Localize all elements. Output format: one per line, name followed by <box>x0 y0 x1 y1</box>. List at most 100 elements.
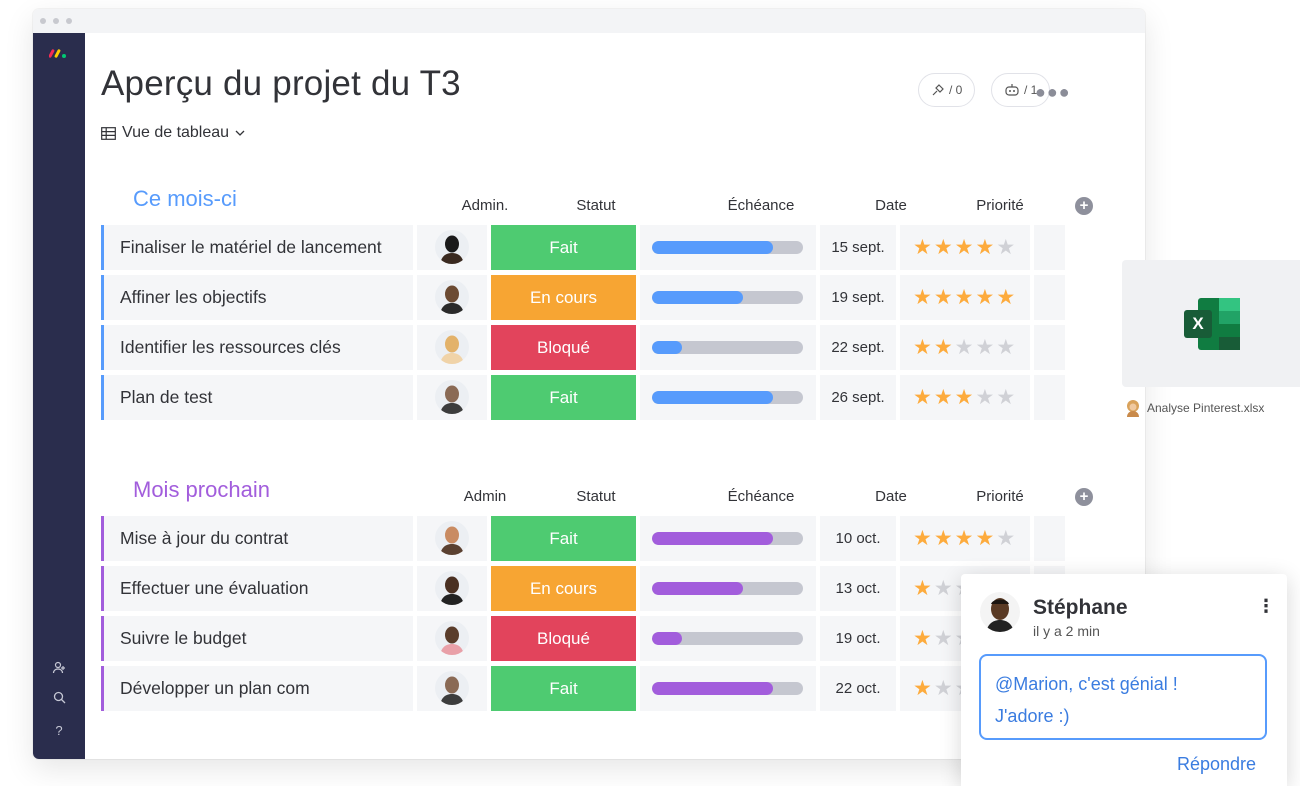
table-row[interactable]: Identifier les ressources clés Bloqué 22 s… <box>101 325 1065 370</box>
timeline-cell[interactable] <box>640 325 816 370</box>
priority-cell[interactable]: ★★★★★ <box>900 375 1030 420</box>
status-label[interactable]: Fait <box>491 375 636 420</box>
integrations-pill[interactable]: / 0 <box>918 73 976 107</box>
status-label[interactable]: Fait <box>491 225 636 270</box>
view-switcher[interactable]: Vue de tableau <box>101 124 245 142</box>
column-header[interactable]: Échéance <box>701 197 821 214</box>
column-header[interactable]: Priorité <box>955 197 1045 214</box>
column-header[interactable]: Date <box>846 197 936 214</box>
star-icon[interactable]: ★ <box>996 526 1015 551</box>
star-icon[interactable]: ★ <box>955 285 974 310</box>
timeline-cell[interactable] <box>640 375 816 420</box>
star-icon[interactable]: ★ <box>975 385 994 410</box>
file-caption[interactable]: Analyse Pinterest.xlsx <box>1125 399 1264 417</box>
table-row[interactable]: Mise à jour du contrat Fait 10 oct. ★ ★ ★ ★ ★ <box>101 516 1065 561</box>
admin-cell[interactable] <box>417 516 487 561</box>
window-close-dot[interactable] <box>40 18 46 24</box>
timeline-cell[interactable] <box>640 666 816 711</box>
admin-cell[interactable] <box>417 566 487 611</box>
item-name[interactable]: Finaliser le matériel de lancement <box>101 225 413 270</box>
status-label[interactable]: Fait <box>491 516 636 561</box>
priority-cell[interactable]: ★★★★★ <box>900 275 1030 320</box>
add-column-icon[interactable]: + <box>1075 488 1093 506</box>
table-row[interactable]: Développer un plan comFait22 oct.★★★★★ <box>101 666 1065 711</box>
star-icon[interactable]: ★ <box>913 385 932 410</box>
star-icon[interactable]: ★ <box>975 235 994 260</box>
timeline-cell[interactable] <box>640 516 816 561</box>
reply-button[interactable]: Répondre <box>1177 754 1256 775</box>
admin-cell[interactable] <box>417 666 487 711</box>
star-icon[interactable]: ★ <box>955 335 974 360</box>
date-cell[interactable]: 19 oct. <box>820 616 896 661</box>
star-icon[interactable]: ★ <box>934 285 953 310</box>
admin-cell[interactable] <box>417 616 487 661</box>
star-icon[interactable]: ★ <box>975 526 994 551</box>
star-icon[interactable]: ★ <box>996 335 1015 360</box>
star-icon[interactable]: ★ <box>934 385 953 410</box>
admin-cell[interactable] <box>417 375 487 420</box>
table-row[interactable]: Plan de test Fait 26 sept. ★ ★ ★ ★ ★ <box>101 375 1065 420</box>
status-label[interactable]: Bloqué <box>491 616 636 661</box>
file-preview-card[interactable]: X <box>1122 260 1300 387</box>
date-cell[interactable]: 15 sept. <box>820 225 896 270</box>
comment-menu-icon[interactable]: ⋮ <box>1257 596 1275 617</box>
admin-cell[interactable] <box>417 325 487 370</box>
more-options-icon[interactable]: ●●● <box>1035 82 1071 103</box>
column-header[interactable]: Date <box>846 488 936 505</box>
monday-logo-icon[interactable] <box>49 47 71 59</box>
date-cell[interactable]: 13 oct. <box>820 566 896 611</box>
status-label[interactable]: En cours <box>491 566 636 611</box>
status-label[interactable]: Bloqué <box>491 325 636 370</box>
timeline-cell[interactable] <box>640 275 816 320</box>
window-maximize-dot[interactable] <box>66 18 72 24</box>
star-icon[interactable]: ★ <box>913 676 932 701</box>
priority-rating[interactable]: ★★★★★ <box>913 516 1015 561</box>
priority-cell[interactable]: ★★★★★ <box>900 516 1030 561</box>
table-row[interactable]: Effectuer une évaluation En cours 13 oct. ★… <box>101 566 1065 611</box>
star-icon[interactable]: ★ <box>996 385 1015 410</box>
star-icon[interactable]: ★ <box>913 526 932 551</box>
star-icon[interactable]: ★ <box>996 285 1015 310</box>
column-header[interactable]: Admin. <box>440 197 530 214</box>
search-icon[interactable] <box>50 691 68 709</box>
date-cell[interactable]: 26 sept. <box>820 375 896 420</box>
item-name[interactable]: Affiner les objectifs <box>101 275 413 320</box>
item-name[interactable]: Plan de test <box>101 375 413 420</box>
star-icon[interactable]: ★ <box>934 626 953 651</box>
star-icon[interactable]: ★ <box>975 285 994 310</box>
date-cell[interactable]: 22 oct. <box>820 666 896 711</box>
star-icon[interactable]: ★ <box>955 526 974 551</box>
item-name[interactable]: Identifier les ressources clés <box>101 325 413 370</box>
column-header[interactable]: Échéance <box>701 488 821 505</box>
timeline-cell[interactable] <box>640 616 816 661</box>
star-icon[interactable]: ★ <box>934 335 953 360</box>
table-row[interactable]: Suivre le budgetBloqué19 oct.★★★★★ <box>101 616 1065 661</box>
group-title[interactable]: Mois prochain <box>133 477 270 503</box>
comment-text-box[interactable]: @Marion, c'est génial ! J'adore :) <box>979 654 1267 740</box>
star-icon[interactable]: ★ <box>955 385 974 410</box>
invite-user-icon[interactable] <box>50 661 68 679</box>
priority-rating[interactable]: ★★★★★ <box>913 275 1015 320</box>
star-icon[interactable]: ★ <box>913 235 932 260</box>
priority-rating[interactable]: ★★★★★ <box>913 325 1015 370</box>
star-icon[interactable]: ★ <box>934 526 953 551</box>
star-icon[interactable]: ★ <box>975 335 994 360</box>
timeline-cell[interactable] <box>640 566 816 611</box>
status-label[interactable]: En cours <box>491 275 636 320</box>
timeline-cell[interactable] <box>640 225 816 270</box>
priority-cell[interactable]: ★★★★★ <box>900 325 1030 370</box>
star-icon[interactable]: ★ <box>996 235 1015 260</box>
column-header[interactable]: Statut <box>551 197 641 214</box>
star-icon[interactable]: ★ <box>955 235 974 260</box>
table-row[interactable]: Finaliser le matériel de lancement Fait 15… <box>101 225 1065 270</box>
item-name[interactable]: Développer un plan com <box>101 666 413 711</box>
add-column-icon[interactable]: + <box>1075 197 1093 215</box>
date-cell[interactable]: 19 sept. <box>820 275 896 320</box>
item-name[interactable]: Effectuer une évaluation <box>101 566 413 611</box>
group-title[interactable]: Ce mois-ci <box>133 186 237 212</box>
star-icon[interactable]: ★ <box>913 626 932 651</box>
status-label[interactable]: Fait <box>491 666 636 711</box>
window-minimize-dot[interactable] <box>53 18 59 24</box>
priority-cell[interactable]: ★★★★★ <box>900 225 1030 270</box>
item-name[interactable]: Suivre le budget <box>101 616 413 661</box>
